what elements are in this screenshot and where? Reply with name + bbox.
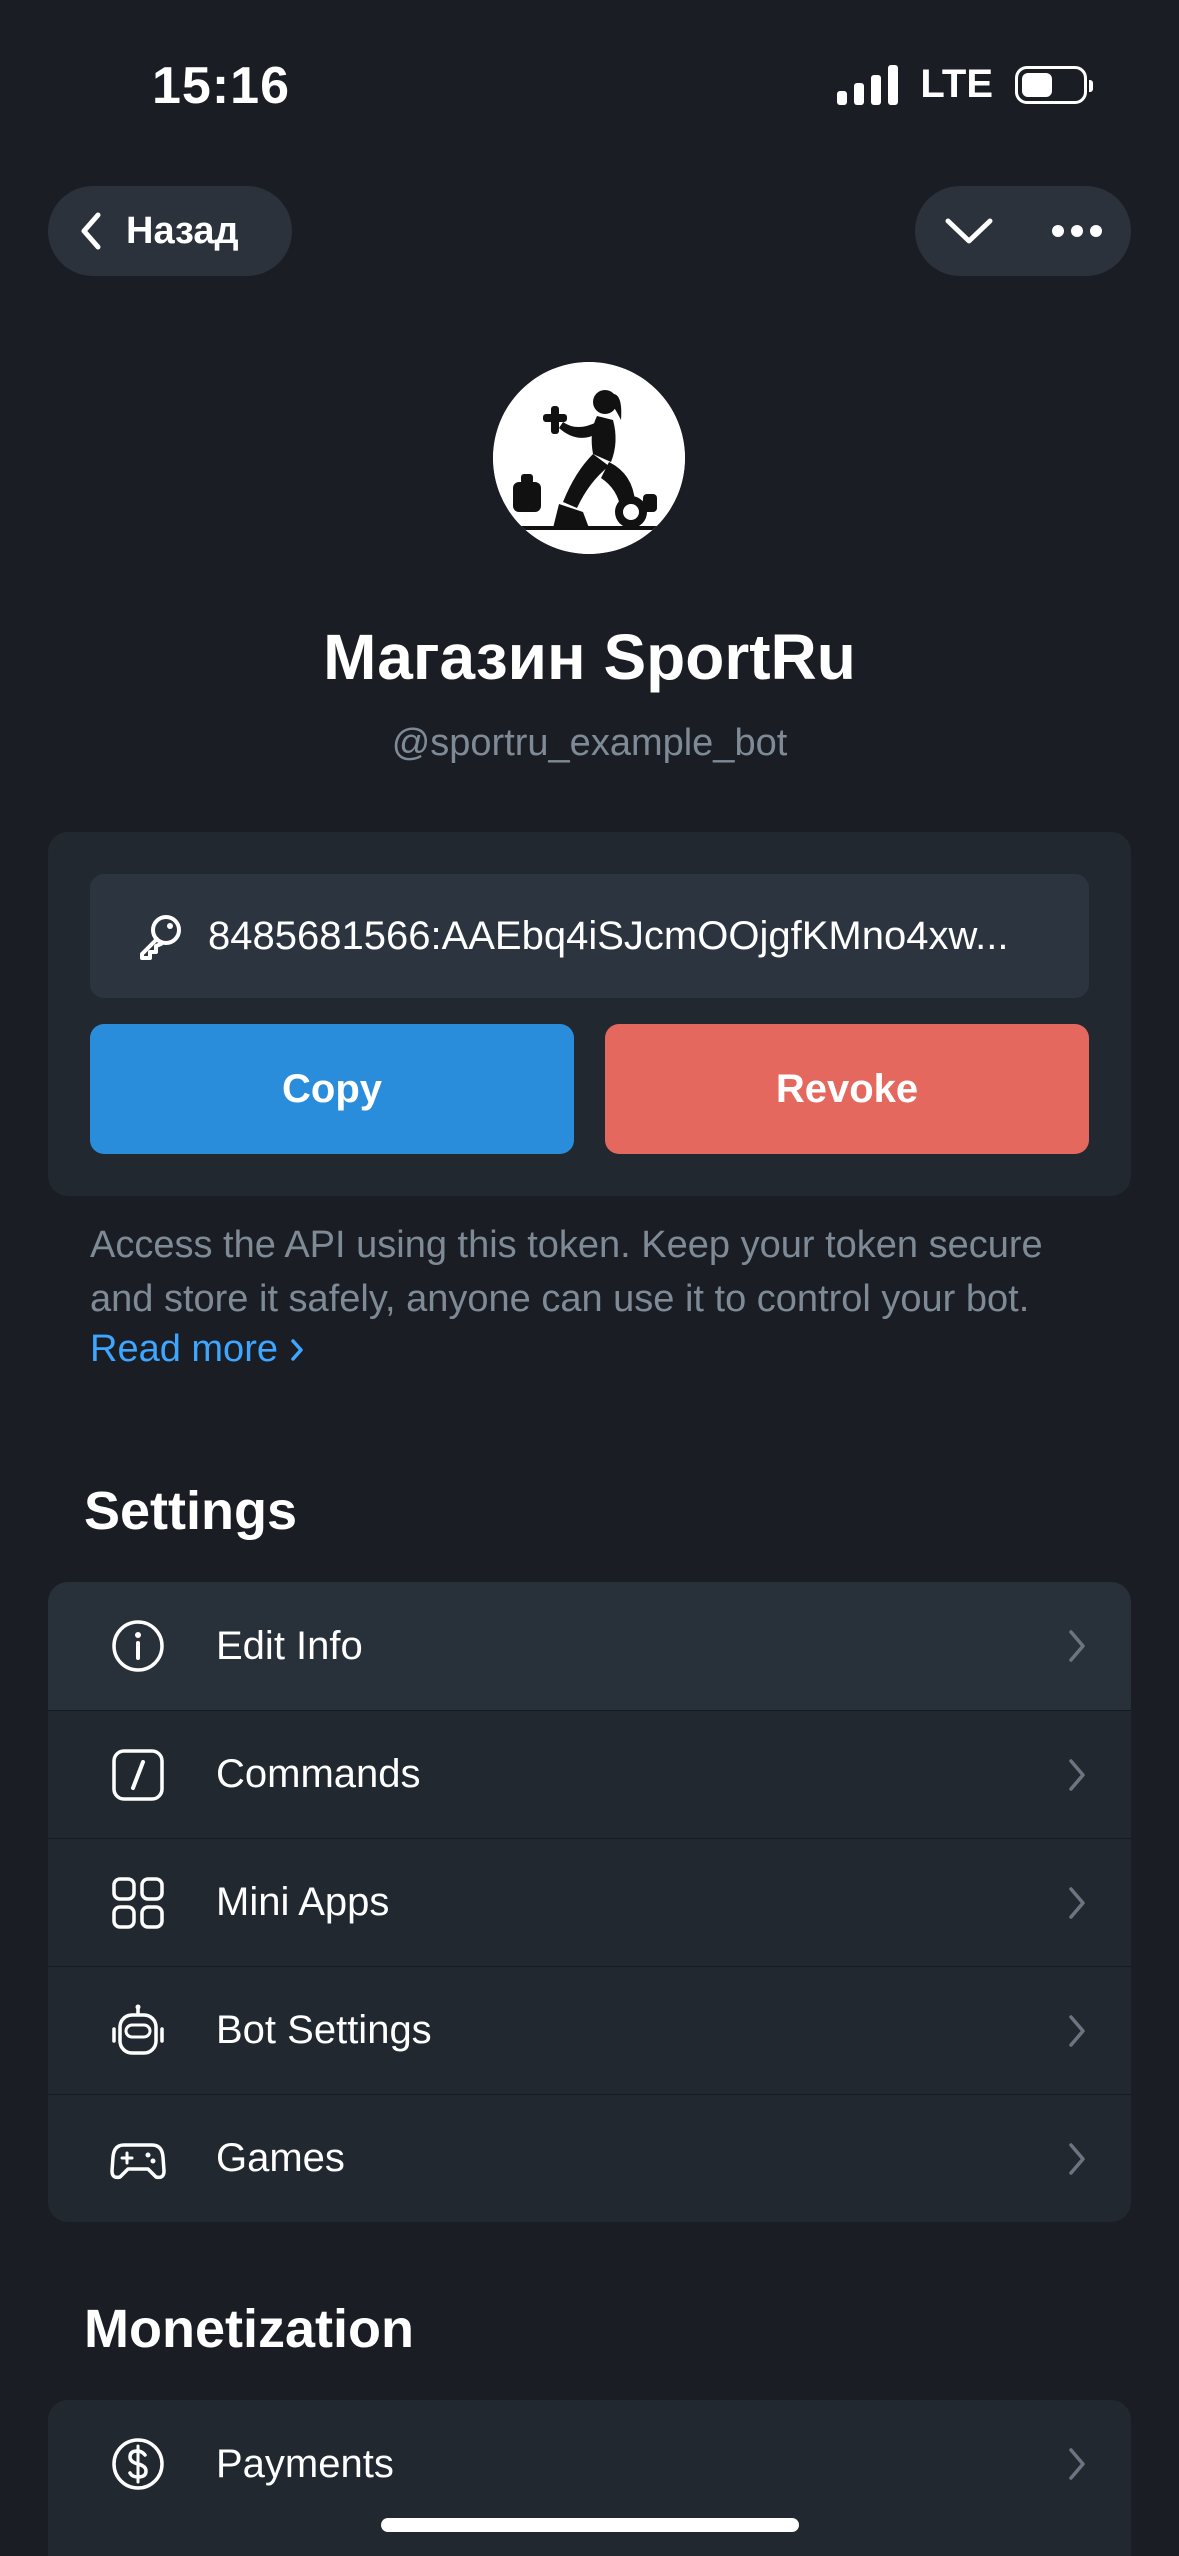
settings-item-label: Mini Apps <box>216 1880 390 1924</box>
chevron-left-icon <box>81 212 101 250</box>
apps-grid-icon <box>112 1877 164 1929</box>
home-indicator[interactable] <box>381 2518 799 2532</box>
chevron-right-icon <box>1069 2448 1085 2480</box>
settings-item-bot-settings[interactable]: Bot Settings <box>48 1966 1131 2094</box>
settings-item-label: Edit Info <box>216 1623 363 1668</box>
robot-icon <box>112 2004 164 2055</box>
settings-list: Edit Info Commands Mini Apps Bot Setting… <box>48 1582 1131 2222</box>
info-icon <box>112 1620 164 1672</box>
settings-item-label: Games <box>216 2136 345 2180</box>
token-description: Access the API using this token. Keep yo… <box>90 1224 1043 1320</box>
chevron-right-icon <box>1069 1630 1085 1662</box>
bot-avatar <box>493 362 685 554</box>
screen: 15:16 LTE Назад Магазин SportRu @sportru… <box>0 0 1179 2556</box>
settings-item-edit-info[interactable]: Edit Info <box>48 1582 1131 1710</box>
gamepad-icon <box>110 2143 166 2180</box>
chevron-right-icon <box>1069 2143 1085 2175</box>
settings-item-label: Commands <box>216 1752 421 1796</box>
settings-item-games[interactable]: Games <box>48 2094 1131 2222</box>
fitness-logo-icon <box>493 362 685 554</box>
more-icon[interactable] <box>1051 224 1103 238</box>
copy-button[interactable]: Copy <box>90 1024 574 1154</box>
slash-command-icon <box>112 1749 164 1801</box>
network-type: LTE <box>920 62 993 106</box>
monetization-title: Monetization <box>84 2299 414 2359</box>
dollar-circle-icon <box>112 2438 164 2490</box>
chevron-right-icon <box>1069 2015 1085 2047</box>
back-label: Назад <box>126 209 239 252</box>
revoke-button[interactable]: Revoke <box>605 1024 1089 1154</box>
monetization-item-payments[interactable]: Payments <box>48 2400 1131 2528</box>
token-card: 8485681566:AAEbq4iSJcmOOjgfKMno4xw... Co… <box>48 832 1131 1196</box>
chevron-right-icon <box>1069 1887 1085 1919</box>
battery-icon <box>1015 65 1093 104</box>
bot-name: Магазин SportRu <box>323 621 856 693</box>
key-icon <box>140 915 181 960</box>
header-actions <box>915 186 1131 276</box>
settings-title: Settings <box>84 1481 298 1541</box>
back-button[interactable]: Назад <box>48 186 292 276</box>
status-time: 15:16 <box>152 57 290 115</box>
signal-icon <box>837 64 899 105</box>
bot-username[interactable]: @sportru_example_bot <box>0 722 1179 765</box>
monetization-list: Payments <box>48 2400 1131 2556</box>
settings-item-commands[interactable]: Commands <box>48 1710 1131 1838</box>
monetization-item-label: Payments <box>216 2441 394 2486</box>
status-indicators: LTE <box>837 62 1093 107</box>
settings-item-mini-apps[interactable]: Mini Apps <box>48 1838 1131 1966</box>
token-value: 8485681566:AAEbq4iSJcmOOjgfKMno4xw... <box>208 913 1009 958</box>
settings-item-label: Bot Settings <box>216 2008 432 2052</box>
read-more-link[interactable]: Read more <box>90 1328 304 1371</box>
token-field[interactable]: 8485681566:AAEbq4iSJcmOOjgfKMno4xw... <box>90 874 1089 998</box>
read-more-label: Read more <box>90 1328 278 1370</box>
chevron-right-icon <box>1069 1759 1085 1791</box>
chevron-right-icon <box>291 1338 303 1361</box>
chevron-down-icon[interactable] <box>944 216 994 246</box>
